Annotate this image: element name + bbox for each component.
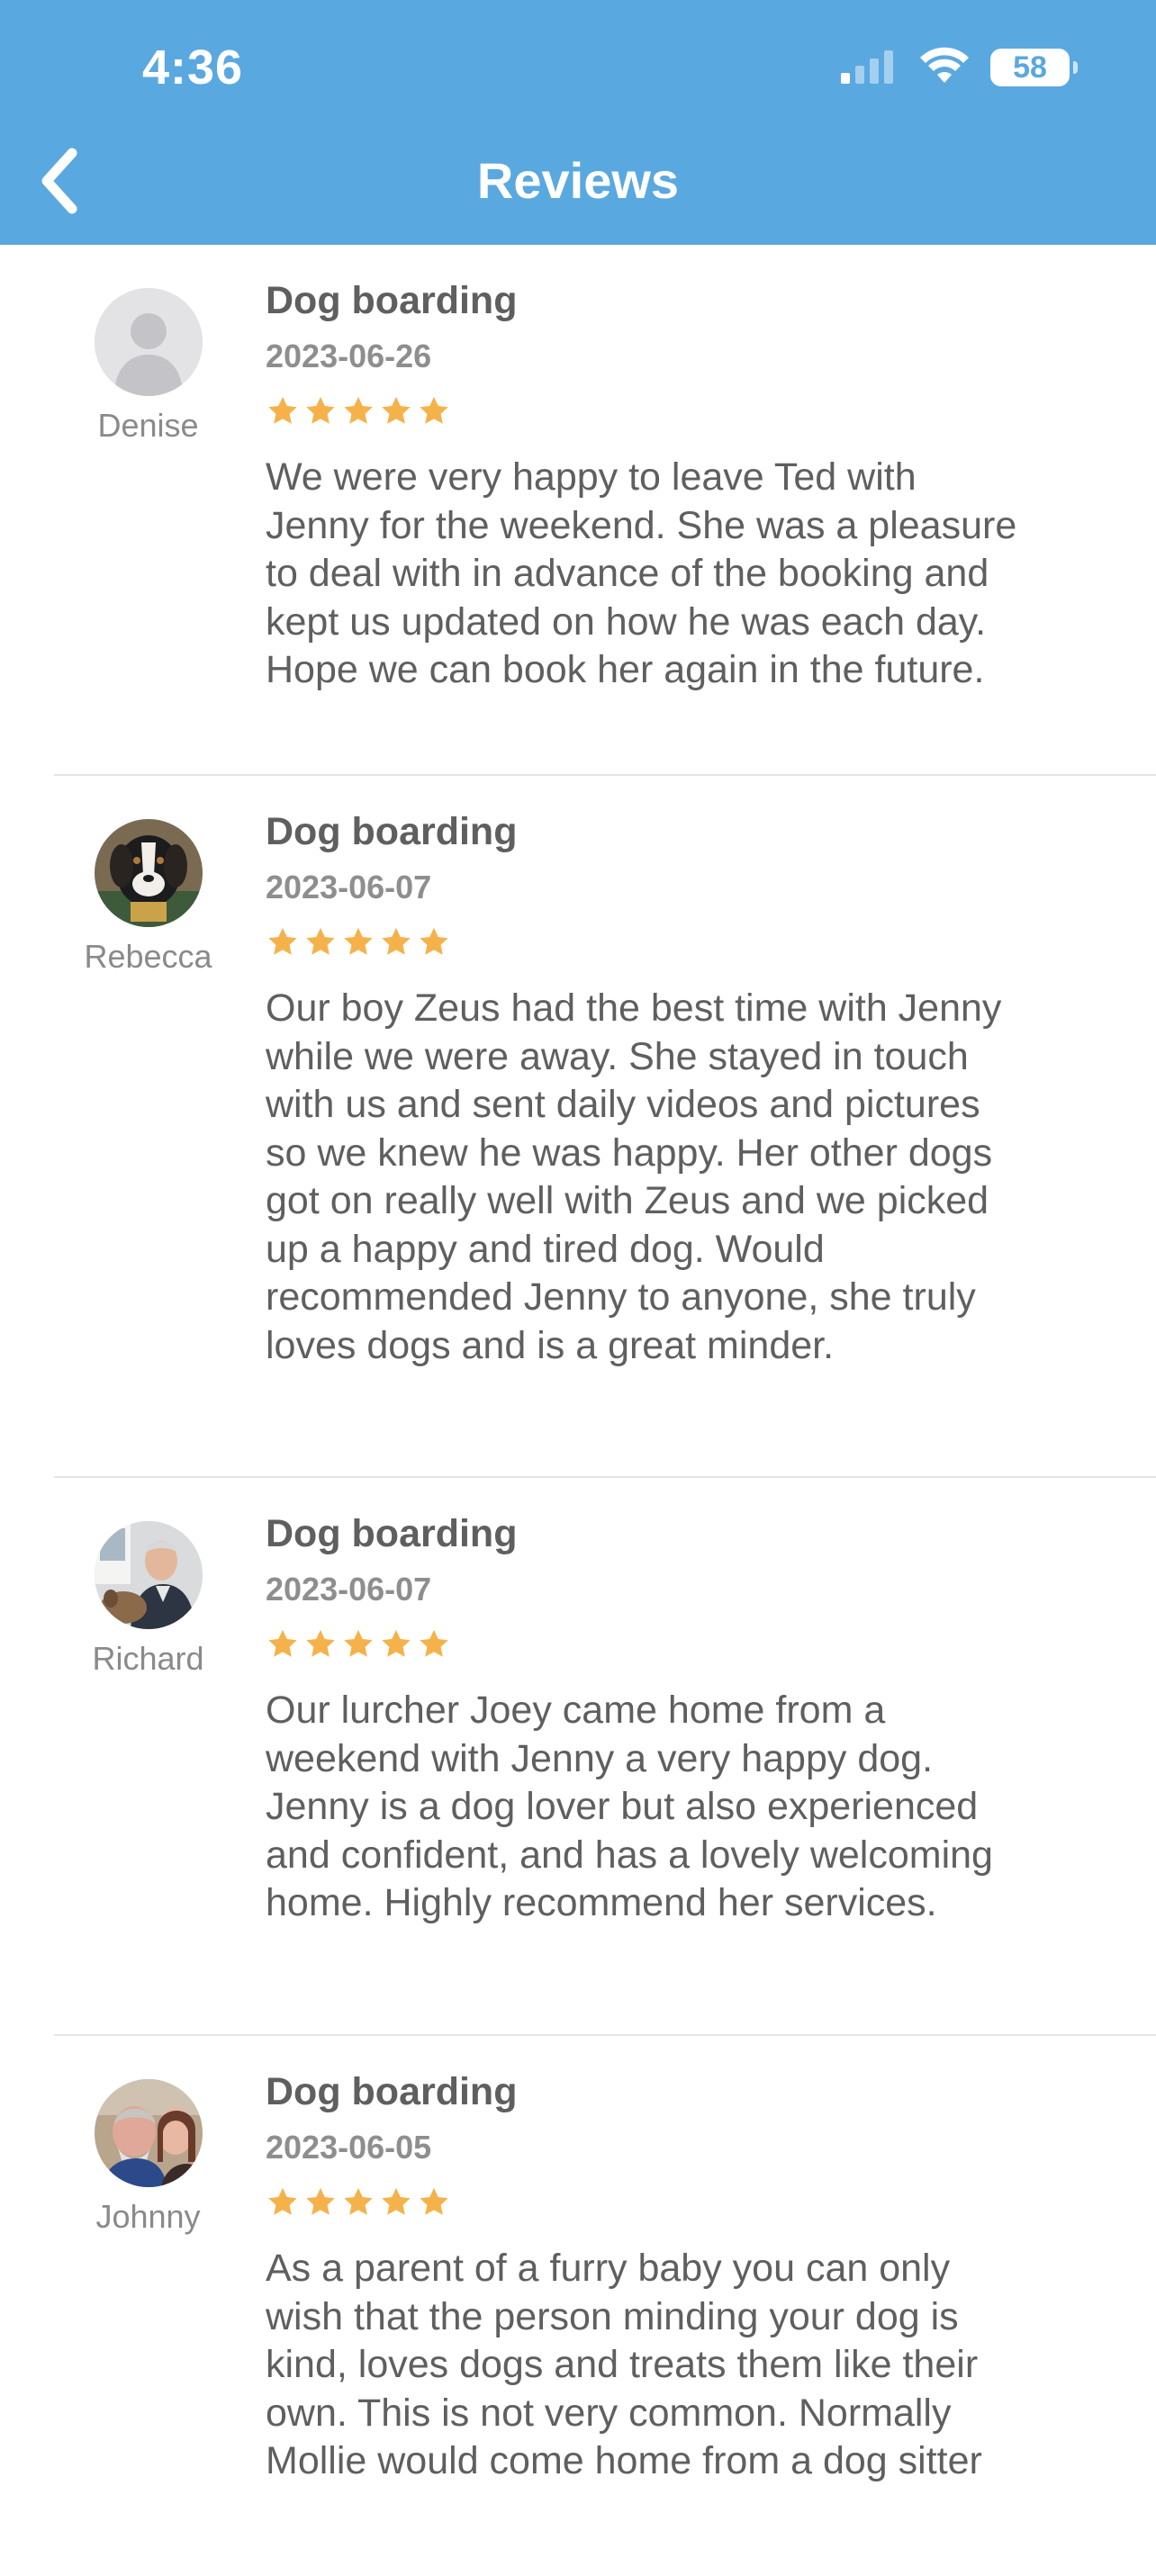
review-text: Our boy Zeus had the best time with Jenn…: [266, 986, 1002, 1367]
star-icon: [417, 925, 451, 959]
review-text: Our lurcher Joey came home from a weeken…: [266, 1689, 993, 1924]
star-icon: [303, 2185, 338, 2220]
review-text: As a parent of a furry baby you can only…: [266, 2247, 982, 2482]
star-rating: [266, 925, 1102, 959]
reviewer: Johnny: [47, 2079, 249, 2236]
review-body: Dog boarding 2023-06-05 As a parent of a…: [266, 2068, 1102, 2486]
service-type: Dog boarding: [266, 2070, 518, 2113]
review-date: 2023-06-07: [266, 1571, 432, 1608]
service-type: Dog boarding: [266, 1512, 518, 1555]
star-icon: [266, 1627, 300, 1662]
star-icon: [417, 1627, 451, 1662]
star-icon: [266, 394, 300, 428]
review-body: Dog boarding 2023-06-26 We were very hap…: [266, 277, 1102, 695]
avatar[interactable]: [94, 288, 203, 396]
review-item: Johnny Dog boarding 2023-06-05 As a pare…: [0, 2036, 1156, 2576]
star-icon: [379, 1627, 413, 1662]
app-header: 4:36 58 Reviews: [0, 0, 1156, 245]
dog-photo-icon: [94, 819, 203, 927]
review-list: Denise Dog boarding 2023-06-26 We were v…: [0, 245, 1156, 2576]
star-icon: [417, 394, 451, 428]
star-icon: [266, 2185, 300, 2220]
reviewer-name: Johnny: [95, 2198, 201, 2235]
review-text: We were very happy to leave Ted with Jen…: [266, 455, 1017, 691]
star-icon: [303, 1627, 338, 1662]
review-item: Rebecca Dog boarding 2023-06-07 Our boy …: [0, 776, 1156, 1478]
star-icon: [341, 1627, 375, 1662]
star-icon: [417, 2185, 451, 2220]
review-item: Denise Dog boarding 2023-06-26 We were v…: [0, 245, 1156, 776]
status-icons: 58: [839, 45, 1078, 90]
star-icon: [341, 2185, 375, 2220]
star-icon: [303, 394, 338, 428]
reviewer: Denise: [47, 288, 249, 445]
man-with-dog-photo-icon: [94, 1521, 203, 1629]
avatar[interactable]: [94, 819, 203, 927]
reviewer-name: Richard: [92, 1640, 204, 1677]
star-icon: [303, 925, 338, 959]
reviewer-name: Rebecca: [84, 938, 212, 975]
star-rating: [266, 1627, 1102, 1662]
avatar[interactable]: [94, 2079, 203, 2187]
review-date: 2023-06-07: [266, 869, 432, 905]
reviewer: Rebecca: [47, 819, 249, 976]
service-type: Dog boarding: [266, 279, 518, 322]
reviewer: Richard: [47, 1521, 249, 1678]
star-icon: [379, 925, 413, 959]
star-icon: [379, 394, 413, 428]
star-rating: [266, 2185, 1102, 2220]
status-time: 4:36: [142, 41, 244, 95]
star-rating: [266, 394, 1102, 428]
reviewer-name: Denise: [97, 407, 199, 444]
avatar[interactable]: [94, 1521, 203, 1629]
service-type: Dog boarding: [266, 810, 518, 853]
star-icon: [341, 394, 375, 428]
person-placeholder-icon: [94, 288, 203, 396]
battery-indicator: 58: [990, 49, 1078, 86]
review-body: Dog boarding 2023-06-07 Our boy Zeus had…: [266, 808, 1102, 1370]
review-date: 2023-06-05: [266, 2129, 432, 2166]
review-item: Richard Dog boarding 2023-06-07 Our lurc…: [0, 1478, 1156, 2036]
couple-photo-icon: [94, 2079, 203, 2187]
star-icon: [379, 2185, 413, 2220]
wifi-icon: [918, 47, 971, 89]
star-icon: [266, 925, 300, 959]
review-date: 2023-06-26: [266, 338, 432, 374]
review-body: Dog boarding 2023-06-07 Our lurcher Joey…: [266, 1510, 1102, 1928]
page-title: Reviews: [476, 152, 680, 209]
cellular-signal-icon: [839, 48, 899, 88]
star-icon: [341, 925, 375, 959]
